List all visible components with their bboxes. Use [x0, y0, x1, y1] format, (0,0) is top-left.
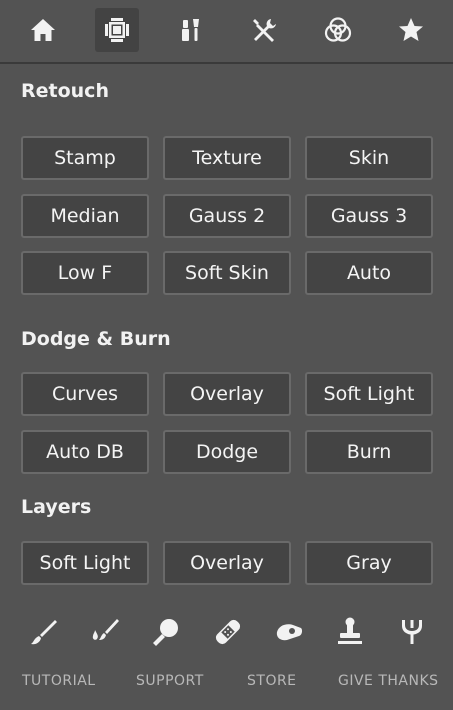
tool-brush[interactable] [24, 612, 64, 652]
tab-home[interactable] [21, 8, 65, 52]
layer-soft-light-button[interactable]: Soft Light [21, 541, 149, 585]
section-title-dodge-burn: Dodge & Burn [21, 328, 171, 350]
tab-color[interactable] [316, 8, 360, 52]
burn-button[interactable]: Burn [305, 430, 433, 474]
skin-button[interactable]: Skin [305, 136, 433, 180]
tab-makeup[interactable] [168, 8, 212, 52]
drop-brush-icon [92, 619, 119, 640]
store-link[interactable]: STORE [247, 673, 297, 689]
color-circles-icon [324, 17, 352, 42]
tool-stamp[interactable] [330, 612, 370, 652]
tool-drop-brush[interactable] [85, 612, 125, 652]
auto-button[interactable]: Auto [305, 251, 433, 295]
dodge-button[interactable]: Dodge [163, 430, 291, 474]
gauss-2-button[interactable]: Gauss 2 [163, 194, 291, 238]
magnifier-icon [153, 619, 178, 646]
tools-icon [253, 19, 276, 42]
layer-overlay-button[interactable]: Overlay [163, 541, 291, 585]
fork-icon [402, 620, 422, 644]
tab-crop[interactable] [95, 8, 139, 52]
stamp-icon [338, 617, 362, 644]
tool-fork[interactable] [392, 612, 432, 652]
low-f-button[interactable]: Low F [21, 251, 149, 295]
section-title-layers: Layers [21, 496, 92, 518]
layer-gray-button[interactable]: Gray [305, 541, 433, 585]
tab-tools[interactable] [242, 8, 286, 52]
tool-bandage[interactable] [208, 612, 248, 652]
support-link[interactable]: SUPPORT [136, 673, 204, 689]
makeup-brush-icon [182, 19, 199, 41]
tool-magnifier[interactable] [146, 612, 186, 652]
bandage-icon [215, 619, 241, 645]
brush-icon [31, 620, 57, 645]
texture-button[interactable]: Texture [163, 136, 291, 180]
soft-skin-button[interactable]: Soft Skin [163, 251, 291, 295]
star-icon [399, 18, 423, 41]
overlay-button[interactable]: Overlay [163, 372, 291, 416]
home-icon [31, 19, 55, 41]
median-button[interactable]: Median [21, 194, 149, 238]
tab-bar [0, 0, 453, 64]
soft-light-button[interactable]: Soft Light [305, 372, 433, 416]
give-thanks-link[interactable]: GIVE THANKS [338, 673, 439, 689]
tutorial-link[interactable]: TUTORIAL [22, 673, 96, 689]
gauss-3-button[interactable]: Gauss 3 [305, 194, 433, 238]
crop-frame-icon [105, 18, 129, 42]
tab-bar-divider [0, 62, 453, 64]
curves-button[interactable]: Curves [21, 372, 149, 416]
auto-db-button[interactable]: Auto DB [21, 430, 149, 474]
tab-favorites[interactable] [389, 8, 433, 52]
eraser-icon [276, 624, 303, 641]
tool-eraser[interactable] [269, 612, 309, 652]
section-title-retouch: Retouch [21, 80, 109, 102]
stamp-button[interactable]: Stamp [21, 136, 149, 180]
